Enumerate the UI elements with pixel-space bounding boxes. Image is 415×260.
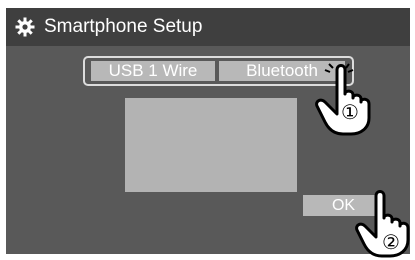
page-title: Smartphone Setup xyxy=(44,16,203,37)
manual-illustration: Smartphone Setup USB 1 Wire Bluetooth OK… xyxy=(0,0,415,260)
callout-marker-2: ② xyxy=(382,230,400,254)
touch-hand-icon: ② xyxy=(352,188,412,258)
gear-icon xyxy=(14,16,36,38)
tab-usb-1-wire[interactable]: USB 1 Wire xyxy=(91,61,215,81)
preview-area xyxy=(125,98,297,192)
touch-hand-icon: ① xyxy=(309,60,375,136)
title-bar: Smartphone Setup xyxy=(6,8,410,46)
callout-marker-1: ① xyxy=(341,100,359,124)
